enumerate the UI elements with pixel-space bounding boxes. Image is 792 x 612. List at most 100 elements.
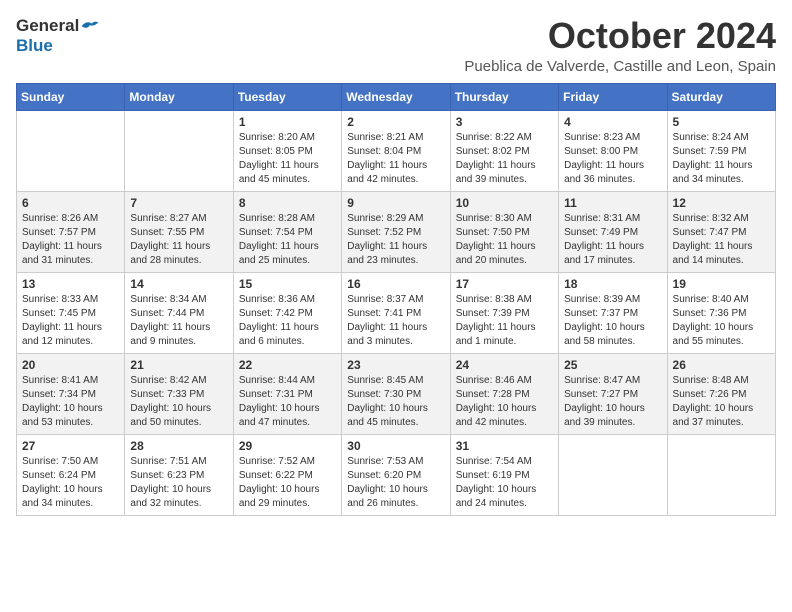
day-number: 6 (22, 196, 119, 210)
day-detail: Sunrise: 8:32 AM Sunset: 7:47 PM Dayligh… (673, 212, 770, 268)
weekday-header-tuesday: Tuesday (233, 83, 341, 110)
day-detail: Sunrise: 8:39 AM Sunset: 7:37 PM Dayligh… (564, 293, 661, 349)
logo-general: General (16, 16, 79, 36)
calendar-cell: 20Sunrise: 8:41 AM Sunset: 7:34 PM Dayli… (17, 353, 125, 434)
calendar-cell (17, 110, 125, 191)
day-number: 22 (239, 358, 336, 372)
day-detail: Sunrise: 7:50 AM Sunset: 6:24 PM Dayligh… (22, 455, 119, 511)
calendar-cell: 24 Sunrise: 8:46 AM Sunset: 7:28 PM Dayli… (450, 353, 558, 434)
calendar-cell: 15 Sunrise: 8:36 AM Sunset: 7:42 PM Dayli… (233, 272, 341, 353)
day-number: 2 (347, 115, 444, 129)
day-detail: Sunrise: 8:28 AM Sunset: 7:54 PM Dayligh… (239, 212, 336, 268)
calendar-cell: 30Sunrise: 7:53 AM Sunset: 6:20 PM Dayli… (342, 434, 450, 515)
calendar-cell (125, 110, 233, 191)
day-detail: Sunrise: 8:33 AM Sunset: 7:45 PM Dayligh… (22, 293, 119, 349)
calendar-cell: 27 Sunrise: 7:50 AM Sunset: 6:24 PM Dayli… (17, 434, 125, 515)
calendar-cell: 9 Sunrise: 8:29 AM Sunset: 7:52 PM Daylig… (342, 191, 450, 272)
calendar-cell: 13 Sunrise: 8:33 AM Sunset: 7:45 PM Dayli… (17, 272, 125, 353)
calendar-cell: 14Sunrise: 8:34 AM Sunset: 7:44 PM Dayli… (125, 272, 233, 353)
logo-blue: Blue (16, 36, 53, 55)
calendar-cell: 19Sunrise: 8:40 AM Sunset: 7:36 PM Dayli… (667, 272, 775, 353)
day-number: 9 (347, 196, 444, 210)
calendar-week-row: 27 Sunrise: 7:50 AM Sunset: 6:24 PM Dayli… (17, 434, 776, 515)
calendar-cell: 26Sunrise: 8:48 AM Sunset: 7:26 PM Dayli… (667, 353, 775, 434)
day-detail: Sunrise: 8:27 AM Sunset: 7:55 PM Dayligh… (130, 212, 227, 268)
month-year-title: October 2024 (464, 16, 776, 56)
day-number: 18 (564, 277, 661, 291)
calendar-cell: 7 Sunrise: 8:27 AM Sunset: 7:55 PM Daylig… (125, 191, 233, 272)
calendar-header: SundayMondayTuesdayWednesdayThursdayFrid… (17, 83, 776, 110)
day-number: 24 (456, 358, 553, 372)
calendar-cell: 23 Sunrise: 8:45 AM Sunset: 7:30 PM Dayli… (342, 353, 450, 434)
day-detail: Sunrise: 8:21 AM Sunset: 8:04 PM Dayligh… (347, 131, 444, 187)
day-number: 27 (22, 439, 119, 453)
day-detail: Sunrise: 8:31 AM Sunset: 7:49 PM Dayligh… (564, 212, 661, 268)
day-detail: Sunrise: 8:20 AM Sunset: 8:05 PM Dayligh… (239, 131, 336, 187)
title-section: October 2024 Pueblica de Valverde, Casti… (464, 16, 776, 75)
day-number: 28 (130, 439, 227, 453)
weekday-header-row: SundayMondayTuesdayWednesdayThursdayFrid… (17, 83, 776, 110)
day-detail: Sunrise: 8:26 AM Sunset: 7:57 PM Dayligh… (22, 212, 119, 268)
calendar-body: 1 Sunrise: 8:20 AM Sunset: 8:05 PM Daylig… (17, 110, 776, 515)
calendar-week-row: 1 Sunrise: 8:20 AM Sunset: 8:05 PM Daylig… (17, 110, 776, 191)
day-number: 25 (564, 358, 661, 372)
weekday-header-wednesday: Wednesday (342, 83, 450, 110)
day-number: 31 (456, 439, 553, 453)
day-number: 23 (347, 358, 444, 372)
day-detail: Sunrise: 8:36 AM Sunset: 7:42 PM Dayligh… (239, 293, 336, 349)
day-detail: Sunrise: 8:37 AM Sunset: 7:41 PM Dayligh… (347, 293, 444, 349)
day-number: 13 (22, 277, 119, 291)
calendar-cell: 25 Sunrise: 8:47 AM Sunset: 7:27 PM Dayli… (559, 353, 667, 434)
day-detail: Sunrise: 8:46 AM Sunset: 7:28 PM Dayligh… (456, 374, 553, 430)
day-number: 4 (564, 115, 661, 129)
page-header: General Blue October 2024 Pueblica de Va… (16, 16, 776, 75)
weekday-header-sunday: Sunday (17, 83, 125, 110)
day-detail: Sunrise: 8:30 AM Sunset: 7:50 PM Dayligh… (456, 212, 553, 268)
calendar-cell: 1 Sunrise: 8:20 AM Sunset: 8:05 PM Daylig… (233, 110, 341, 191)
day-detail: Sunrise: 8:45 AM Sunset: 7:30 PM Dayligh… (347, 374, 444, 430)
day-detail: Sunrise: 8:48 AM Sunset: 7:26 PM Dayligh… (673, 374, 770, 430)
logo: General Blue (16, 16, 100, 56)
day-number: 10 (456, 196, 553, 210)
day-number: 11 (564, 196, 661, 210)
calendar-week-row: 20Sunrise: 8:41 AM Sunset: 7:34 PM Dayli… (17, 353, 776, 434)
day-detail: Sunrise: 8:24 AM Sunset: 7:59 PM Dayligh… (673, 131, 770, 187)
calendar-cell: 22 Sunrise: 8:44 AM Sunset: 7:31 PM Dayli… (233, 353, 341, 434)
day-number: 12 (673, 196, 770, 210)
day-detail: Sunrise: 7:53 AM Sunset: 6:20 PM Dayligh… (347, 455, 444, 511)
day-detail: Sunrise: 7:52 AM Sunset: 6:22 PM Dayligh… (239, 455, 336, 511)
calendar-cell: 4 Sunrise: 8:23 AM Sunset: 8:00 PM Daylig… (559, 110, 667, 191)
day-detail: Sunrise: 8:23 AM Sunset: 8:00 PM Dayligh… (564, 131, 661, 187)
day-number: 3 (456, 115, 553, 129)
weekday-header-saturday: Saturday (667, 83, 775, 110)
day-detail: Sunrise: 8:22 AM Sunset: 8:02 PM Dayligh… (456, 131, 553, 187)
calendar-cell: 3 Sunrise: 8:22 AM Sunset: 8:02 PM Daylig… (450, 110, 558, 191)
day-number: 15 (239, 277, 336, 291)
day-number: 21 (130, 358, 227, 372)
day-detail: Sunrise: 8:44 AM Sunset: 7:31 PM Dayligh… (239, 374, 336, 430)
calendar-week-row: 13 Sunrise: 8:33 AM Sunset: 7:45 PM Dayli… (17, 272, 776, 353)
day-number: 14 (130, 277, 227, 291)
calendar-cell (667, 434, 775, 515)
calendar-cell: 31 Sunrise: 7:54 AM Sunset: 6:19 PM Dayli… (450, 434, 558, 515)
day-detail: Sunrise: 8:47 AM Sunset: 7:27 PM Dayligh… (564, 374, 661, 430)
logo-bird-icon (80, 18, 100, 34)
calendar-cell: 21Sunrise: 8:42 AM Sunset: 7:33 PM Dayli… (125, 353, 233, 434)
day-detail: Sunrise: 8:40 AM Sunset: 7:36 PM Dayligh… (673, 293, 770, 349)
day-number: 20 (22, 358, 119, 372)
weekday-header-thursday: Thursday (450, 83, 558, 110)
day-number: 7 (130, 196, 227, 210)
day-number: 5 (673, 115, 770, 129)
day-detail: Sunrise: 7:51 AM Sunset: 6:23 PM Dayligh… (130, 455, 227, 511)
calendar-cell: 12 Sunrise: 8:32 AM Sunset: 7:47 PM Dayli… (667, 191, 775, 272)
calendar-cell: 17Sunrise: 8:38 AM Sunset: 7:39 PM Dayli… (450, 272, 558, 353)
day-detail: Sunrise: 8:29 AM Sunset: 7:52 PM Dayligh… (347, 212, 444, 268)
location-subtitle: Pueblica de Valverde, Castille and Leon,… (464, 58, 776, 75)
day-number: 29 (239, 439, 336, 453)
calendar-cell: 5 Sunrise: 8:24 AM Sunset: 7:59 PM Daylig… (667, 110, 775, 191)
day-detail: Sunrise: 8:38 AM Sunset: 7:39 PM Dayligh… (456, 293, 553, 349)
calendar-cell: 28 Sunrise: 7:51 AM Sunset: 6:23 PM Dayli… (125, 434, 233, 515)
day-number: 1 (239, 115, 336, 129)
calendar-cell (559, 434, 667, 515)
day-detail: Sunrise: 7:54 AM Sunset: 6:19 PM Dayligh… (456, 455, 553, 511)
